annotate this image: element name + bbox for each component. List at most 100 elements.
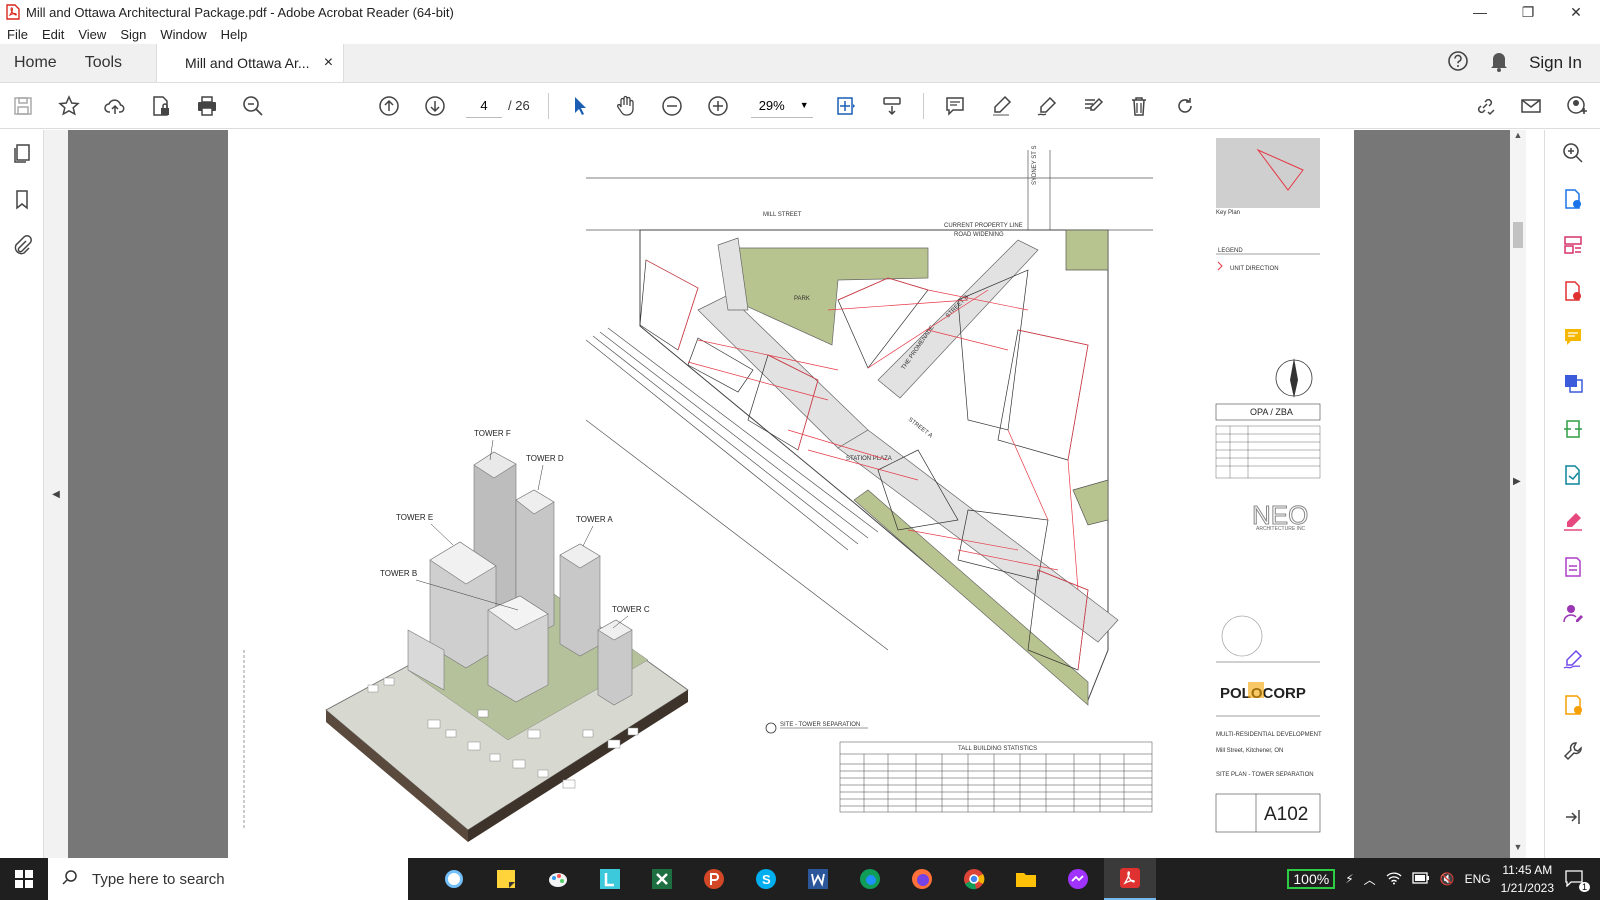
zoom-select[interactable]: 29% ▼ [750,94,813,118]
acrobat-taskbar-icon[interactable] [1104,858,1156,900]
select-cursor-icon[interactable] [557,86,603,126]
scroll-mode-icon[interactable] [869,86,915,126]
bell-icon[interactable] [1489,50,1509,77]
fit-page-icon[interactable] [823,86,869,126]
windows-start-icon[interactable] [0,858,48,900]
star-icon[interactable] [46,86,92,126]
language-indicator[interactable]: ENG [1465,872,1491,886]
upload-cloud-icon[interactable] [92,86,138,126]
tower-d-label: TOWER D [526,454,564,463]
restore-button[interactable]: ❐ [1504,0,1552,24]
table-title: TALL BUILDING STATISTICS [958,746,1037,752]
menu-sign[interactable]: Sign [120,27,146,42]
next-page-icon[interactable] [412,86,458,126]
create-pdf-icon[interactable] [1545,176,1600,222]
edit-text-icon[interactable] [1070,86,1116,126]
save-icon[interactable] [0,86,46,126]
menu-window[interactable]: Window [160,27,206,42]
battery-icon[interactable] [1411,871,1430,887]
minimize-button[interactable]: — [1456,0,1504,24]
left-pane-toggle[interactable]: ◀ [44,130,68,858]
paint-icon[interactable] [532,858,584,900]
chevron-up-icon[interactable]: ︿ [1364,871,1376,888]
compress-icon[interactable] [1545,406,1600,452]
notification-icon[interactable]: 1 [1564,869,1590,892]
hand-tool-icon[interactable] [603,86,649,126]
l-app-icon[interactable] [584,858,636,900]
tab-home[interactable]: Home [0,44,71,82]
collapse-pane-icon[interactable] [1545,794,1600,840]
close-button[interactable]: ✕ [1552,0,1600,24]
clock-time: 11:45 AM [1502,863,1553,877]
opa-zba-label: OPA / ZBA [1250,407,1293,417]
menu-help[interactable]: Help [221,27,248,42]
vertical-scrollbar[interactable]: ▲ ▶ ▼ [1510,130,1526,858]
more-tools-icon[interactable] [1545,728,1600,774]
tab-close-icon[interactable]: × [324,54,333,72]
scroll-up-icon[interactable]: ▲ [1510,130,1526,146]
comment-icon[interactable] [932,86,978,126]
firefox-icon[interactable] [896,858,948,900]
volume-muted-icon[interactable]: 🔇 [1440,872,1455,886]
battery-level[interactable]: 100% [1287,869,1336,889]
chevron-down-icon: ▼ [799,100,809,110]
send-comments-icon[interactable] [1545,452,1600,498]
delete-icon[interactable] [1116,86,1162,126]
skype-icon[interactable]: S [740,858,792,900]
chrome-icon[interactable] [948,858,1000,900]
edge-icon[interactable] [844,858,896,900]
tab-document[interactable]: Mill and Ottawa Ar... × [156,44,345,82]
prepare-form-icon[interactable] [1545,544,1600,590]
sign-in-link[interactable]: Sign In [1529,53,1582,73]
request-signature-icon[interactable] [1545,590,1600,636]
export-pdf-icon[interactable] [1545,268,1600,314]
stamp-icon[interactable] [1545,682,1600,728]
previous-page-icon[interactable] [366,86,412,126]
sticky-notes-icon[interactable] [480,858,532,900]
sydney-street-label: SYDNEY ST S [1032,146,1038,185]
taskbar-search-box[interactable]: Type here to search [48,858,408,900]
search-icon[interactable] [230,86,276,126]
document-viewer[interactable]: TOWER F TOWER D TOWER E TOWER A TOWER B … [68,130,1510,858]
certificate-sign-icon[interactable] [1545,636,1600,682]
tab-tools[interactable]: Tools [71,44,136,82]
rotate-icon[interactable] [1162,86,1208,126]
fill-sign-icon[interactable] [1545,498,1600,544]
sheet-title: SITE PLAN - TOWER SEPARATION [1216,772,1314,778]
share-link-icon[interactable] [1462,86,1508,126]
wifi-icon[interactable] [1386,871,1402,888]
zoom-in-icon[interactable] [695,86,741,126]
excel-icon[interactable] [636,858,688,900]
chevron-right-pane-icon[interactable]: ▶ [1513,476,1521,487]
page-number-input[interactable] [466,93,502,118]
zoom-search-icon[interactable] [1545,130,1600,176]
convert-icon[interactable] [1545,360,1600,406]
help-icon[interactable] [1447,50,1469,77]
print-icon[interactable] [184,86,230,126]
right-tools-rail [1544,130,1600,858]
messenger-icon[interactable] [1052,858,1104,900]
organize-pages-icon[interactable] [1545,222,1600,268]
draw-icon[interactable] [1024,86,1070,126]
word-icon[interactable] [792,858,844,900]
file-explorer-icon[interactable] [1000,858,1052,900]
firm-subtitle: ARCHITECTURE INC [1256,526,1306,532]
powerpoint-icon[interactable] [688,858,740,900]
email-icon[interactable] [1508,86,1554,126]
scroll-thumb[interactable] [1513,222,1523,248]
share-user-icon[interactable] [1554,86,1600,126]
bookmark-icon[interactable] [0,176,44,222]
menu-edit[interactable]: Edit [42,27,64,42]
clock[interactable]: 11:45 AM 1/21/2023 [1501,861,1554,897]
attachment-icon[interactable] [0,222,44,268]
highlight-pen-icon[interactable] [978,86,1024,126]
comment-tool-icon[interactable] [1545,314,1600,360]
title-block: Key Plan LEGEND UNIT DIRECTION OPA / ZBA… [1215,138,1322,833]
protect-file-icon[interactable] [138,86,184,126]
task-view-icon[interactable] [428,858,480,900]
scroll-down-icon[interactable]: ▼ [1510,842,1526,858]
menu-view[interactable]: View [78,27,106,42]
page-thumbnails-icon[interactable] [0,130,44,176]
zoom-out-icon[interactable] [649,86,695,126]
menu-file[interactable]: File [7,27,28,42]
